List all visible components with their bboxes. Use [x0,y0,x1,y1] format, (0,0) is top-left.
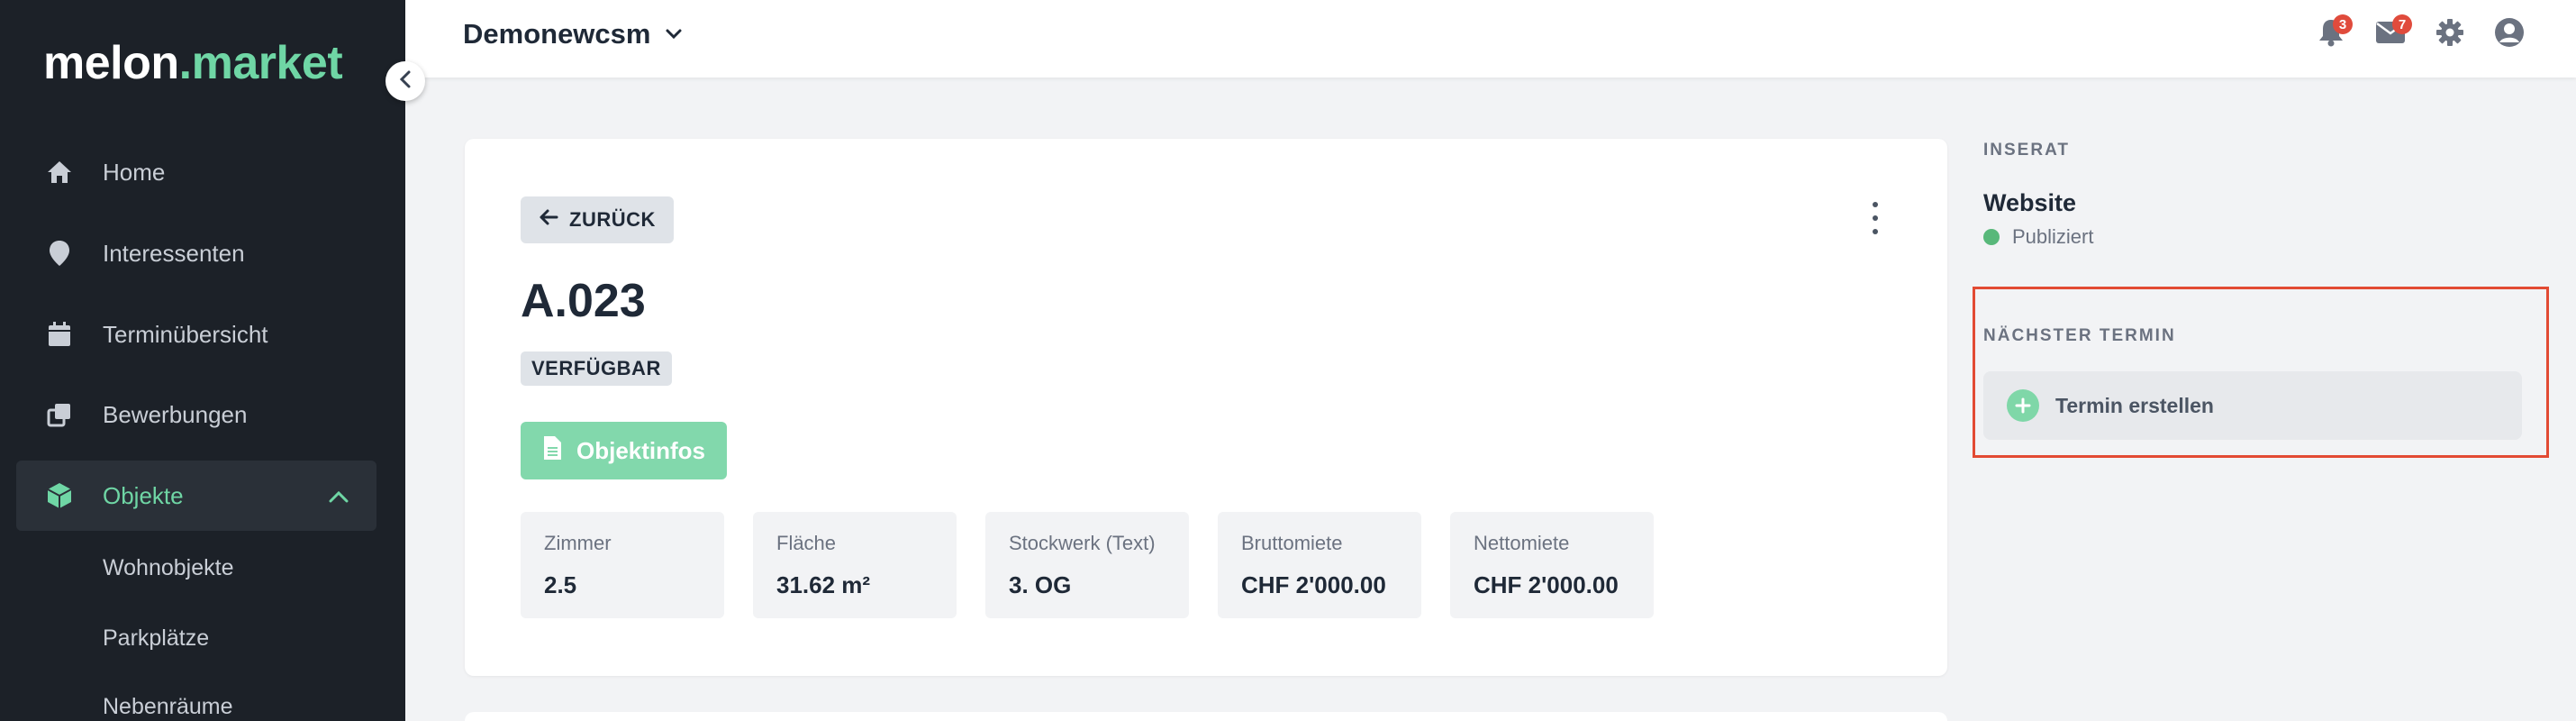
fact-gross-rent: Bruttomiete CHF 2'000.00 [1218,512,1421,618]
object-detail-card: ZURÜCK A.023 VERFÜGBAR Objektinfos Zimme… [465,139,1947,676]
sidebar-item-label: Interessenten [103,239,245,267]
fact-value: 2.5 [544,571,577,598]
fact-label: Zimmer [544,532,612,554]
fact-value: CHF 2'000.00 [1474,571,1619,598]
profile-button[interactable] [2490,14,2529,54]
sidebar-item-label: Objekte [103,481,184,509]
object-info-label: Objektinfos [576,436,706,464]
fact-value: 31.62 m² [776,571,871,598]
messages-badge: 7 [2392,14,2412,34]
user-circle-icon [2494,17,2525,52]
sidebar-item-objekte[interactable]: Objekte [16,461,376,531]
listing-heading: INSERAT [1983,141,2070,160]
fact-label: Stockwerk (Text) [1009,532,1156,554]
brand-accent: market [191,37,343,89]
published-status-dot [1983,229,2000,245]
page-title: A.023 [521,275,646,327]
secondary-card [465,712,1947,721]
chevron-left-icon [397,69,413,94]
listing-status: Publiziert [1983,225,2093,249]
sidebar-subitem-parkplaetze[interactable]: Parkplätze [103,625,209,652]
chevron-down-icon [665,28,683,41]
sidebar-subitem-wohnobjekte[interactable]: Wohnobjekte [103,555,233,581]
account-switcher[interactable]: Demonewcsm [463,18,683,50]
settings-button[interactable] [2430,14,2470,54]
fact-net-rent: Nettomiete CHF 2'000.00 [1450,512,1654,618]
sidebar-item-label: Terminübersicht [103,320,268,348]
brand-logo[interactable]: melon.market [43,36,343,90]
map-pin-icon [45,239,74,268]
sidebar-item-interessenten[interactable]: Interessenten [16,218,376,288]
plus-icon [2007,389,2039,422]
chevron-up-icon[interactable] [328,482,349,510]
fact-label: Bruttomiete [1241,532,1343,554]
arrow-left-icon [539,208,558,232]
listing-title[interactable]: Website [1983,189,2076,217]
fact-value: 3. OG [1009,571,1072,598]
fact-area: Fläche 31.62 m² [753,512,957,618]
sidebar-subitem-nebenraeume[interactable]: Nebenräume [103,694,233,720]
documents-icon [45,400,74,429]
sidebar-item-terminuebersicht[interactable]: Terminübersicht [16,299,376,370]
sidebar-item-label: Bewerbungen [103,400,248,428]
topbar-actions: 3 7 [2311,14,2529,54]
create-appointment-button[interactable]: Termin erstellen [1983,371,2522,440]
fact-label: Nettomiete [1474,532,1570,554]
key-facts: Zimmer 2.5 Fläche 31.62 m² Stockwerk (Te… [521,512,1654,618]
sidebar-item-bewerbungen[interactable]: Bewerbungen [16,379,376,450]
back-button[interactable]: ZURÜCK [521,196,674,243]
sidebar: melon.market Home Interessenten Terminüb… [0,0,405,721]
account-name: Demonewcsm [463,18,651,50]
listing-status-label: Publiziert [2012,225,2094,248]
notifications-badge: 3 [2333,14,2353,34]
fact-rooms: Zimmer 2.5 [521,512,724,618]
brand-dot: . [178,37,192,89]
fact-value: CHF 2'000.00 [1241,571,1386,598]
next-appointment-heading: NÄCHSTER TERMIN [1983,326,2176,345]
fact-label: Fläche [776,532,837,554]
status-badge: VERFÜGBAR [521,351,672,386]
fact-floor: Stockwerk (Text) 3. OG [985,512,1189,618]
brand-name: melon [43,37,179,89]
messages-button[interactable]: 7 [2371,14,2412,54]
document-icon [542,435,562,467]
notifications-button[interactable]: 3 [2311,14,2353,54]
sidebar-item-label: Home [103,158,166,186]
object-info-button[interactable]: Objektinfos [521,422,728,479]
more-options-icon[interactable] [1866,202,1884,234]
gear-icon [2435,18,2464,51]
home-icon [45,158,74,187]
calendar-icon [45,320,74,349]
sidebar-collapse-button[interactable] [385,61,425,101]
cube-icon [45,481,74,510]
topbar: Demonewcsm 3 7 [405,0,2576,78]
sidebar-item-home[interactable]: Home [16,137,376,207]
back-button-label: ZURÜCK [569,208,656,231]
create-appointment-label: Termin erstellen [2055,393,2214,417]
